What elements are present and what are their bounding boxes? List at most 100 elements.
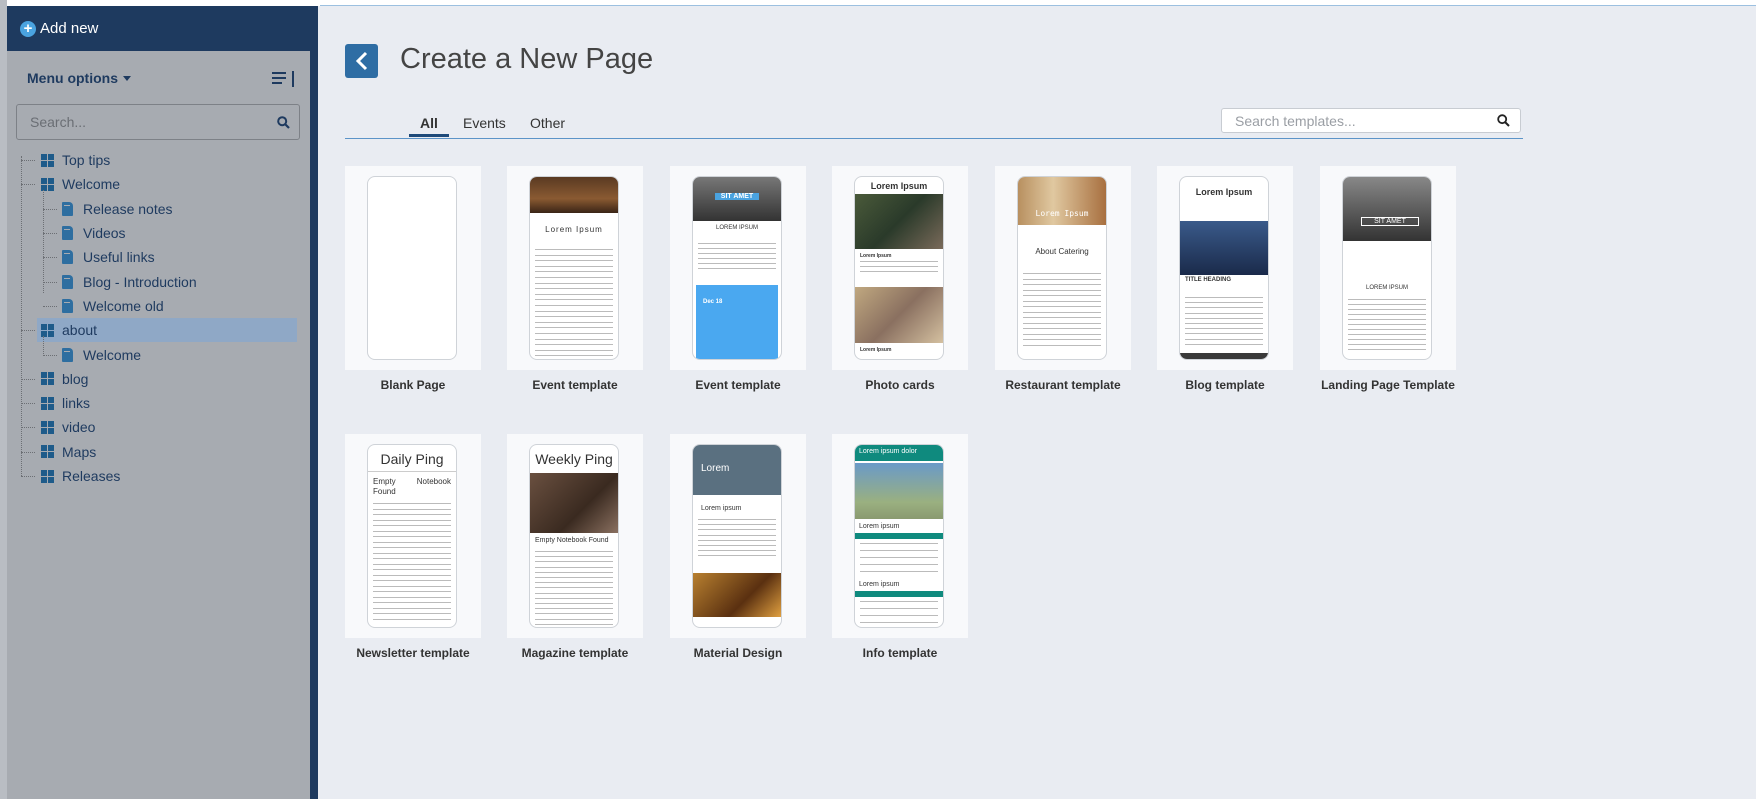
folder-grid-icon — [41, 323, 54, 337]
template-name[interactable]: Event template — [507, 378, 643, 392]
text-line — [535, 349, 613, 351]
template-card[interactable] — [345, 166, 481, 370]
text-line — [535, 277, 613, 278]
tree-item[interactable]: Welcome — [7, 172, 310, 196]
preview-image — [855, 287, 943, 343]
preview-text: LOREM IPSUM — [715, 225, 758, 231]
template-preview: Lorem Ipsum About Catering — [1017, 176, 1107, 360]
template-card[interactable]: Lorem Ipsum — [507, 166, 643, 370]
template-name[interactable]: Blog template — [1157, 378, 1293, 392]
template-card[interactable]: Lorem Ipsum TITLE HEADING — [1157, 166, 1293, 370]
folder-grid-icon — [41, 372, 54, 386]
window-edge — [0, 0, 7, 799]
template-card[interactable]: SIT AMET LOREM IPSUM — [1320, 166, 1456, 370]
text-line — [1185, 333, 1263, 335]
template-preview: Lorem Ipsum TITLE HEADING — [1179, 176, 1269, 360]
text-line — [535, 260, 613, 262]
template-name[interactable]: Landing Page Template — [1320, 378, 1456, 392]
tree-item-label: Release notes — [83, 200, 173, 217]
menu-options-dropdown[interactable]: Menu options — [27, 70, 131, 88]
preview-text: Lorem Ipsum — [545, 225, 603, 234]
folder-grid-icon — [41, 445, 54, 459]
preview-text: Lorem ipsum — [859, 581, 900, 588]
chevron-left-icon — [355, 51, 367, 71]
template-name[interactable]: Restaurant template — [995, 378, 1131, 392]
folder-grid-icon — [41, 420, 54, 434]
text-line — [1023, 328, 1101, 329]
text-line — [698, 248, 776, 249]
tree-item[interactable]: video — [7, 415, 310, 439]
search-icon[interactable] — [1497, 114, 1510, 127]
text-line — [698, 258, 776, 259]
template-name[interactable]: Event template — [670, 378, 806, 392]
text-line — [698, 253, 776, 254]
template-preview: Weekly Ping Empty Notebook Found — [529, 444, 619, 628]
text-line — [860, 564, 938, 565]
template-name[interactable]: Material Design — [670, 646, 806, 660]
search-icon[interactable] — [277, 115, 290, 129]
template-card[interactable]: Lorem Ipsum Lorem Ipsum Lorem Ipsum — [832, 166, 968, 370]
tree-item-label: Useful links — [83, 249, 155, 266]
preview-image — [693, 573, 781, 617]
back-button[interactable] — [345, 44, 378, 78]
sidebar: + Add new Menu options Top tips Welcome Re… — [7, 6, 310, 799]
text-line — [698, 545, 776, 546]
template-name[interactable]: Newsletter template — [345, 646, 481, 660]
text-line — [1348, 324, 1426, 325]
text-line — [535, 571, 613, 573]
text-line — [535, 305, 613, 306]
template-card[interactable]: SIT AMET LOREM IPSUM Dec 18 — [670, 166, 806, 370]
tree-item[interactable]: about — [37, 318, 297, 343]
template-search-input[interactable] — [1233, 111, 1487, 130]
template-card[interactable]: Daily Ping Empty Found Notebook — [345, 434, 481, 638]
tree-connector — [21, 330, 35, 332]
preview-image — [855, 591, 943, 597]
tree-item[interactable]: Maps — [7, 440, 310, 464]
tree-connector — [43, 336, 44, 355]
template-name[interactable]: Magazine template — [507, 646, 643, 660]
tree-item[interactable]: links — [7, 391, 310, 415]
preview-text: Empty Found — [373, 477, 396, 496]
tree-connector — [43, 281, 57, 283]
text-line — [535, 321, 613, 323]
text-line — [698, 268, 776, 269]
template-card[interactable]: Lorem Ipsum About Catering — [995, 166, 1131, 370]
text-line — [535, 327, 613, 329]
text-line — [1185, 328, 1263, 330]
text-line — [373, 596, 451, 598]
text-line — [535, 271, 613, 273]
text-line — [535, 288, 613, 290]
text-line — [860, 543, 938, 544]
tree-item-label: Welcome old — [83, 297, 164, 314]
tree-connector — [43, 354, 57, 356]
tree-item-label: Blog - Introduction — [83, 273, 197, 290]
template-name[interactable]: Info template — [832, 646, 968, 660]
text-line — [373, 591, 451, 592]
template-card[interactable]: Lorem Lorem ipsum — [670, 434, 806, 638]
preview-image — [855, 194, 943, 249]
tab-all[interactable]: All — [420, 115, 438, 131]
template-card[interactable]: Lorem ipsum dolor Lorem ipsum Lorem ipsum — [832, 434, 968, 638]
text-line — [373, 569, 451, 570]
tree-connector — [43, 208, 57, 210]
text-line — [698, 534, 776, 536]
text-line — [535, 592, 613, 594]
template-name[interactable]: Blank Page — [345, 378, 481, 392]
sidebar-search-input[interactable] — [28, 113, 252, 131]
add-new-button[interactable]: + Add new — [7, 6, 310, 51]
text-line — [1348, 299, 1426, 300]
text-line — [1023, 273, 1101, 274]
tree-item[interactable]: blog — [7, 367, 310, 391]
tab-other[interactable]: Other — [530, 115, 565, 131]
text-line — [373, 607, 451, 609]
text-line — [373, 503, 451, 504]
tree-item[interactable]: Releases — [7, 464, 310, 488]
text-line — [1348, 344, 1426, 345]
preview-text: Empty Notebook Found — [535, 537, 609, 544]
text-line — [1023, 289, 1101, 291]
template-card[interactable]: Weekly Ping Empty Notebook Found — [507, 434, 643, 638]
tree-item[interactable]: Top tips — [7, 148, 310, 172]
template-name[interactable]: Photo cards — [832, 378, 968, 392]
reorder-icon[interactable] — [272, 70, 296, 88]
tab-events[interactable]: Events — [463, 115, 506, 131]
